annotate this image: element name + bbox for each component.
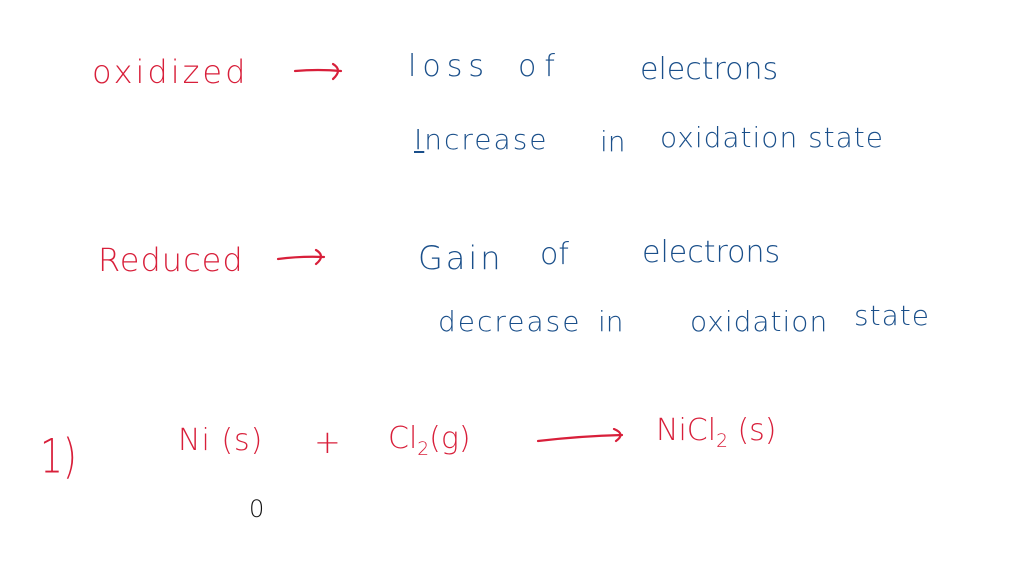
equation-reactant-2: Cl2(g) bbox=[388, 421, 471, 459]
reduced-def1-word-3: electrons bbox=[642, 235, 781, 270]
oxidized-def1-word-3: electrons bbox=[640, 52, 779, 87]
equation-number: 1) bbox=[40, 430, 77, 484]
reactant-2-symbol: Cl bbox=[388, 421, 418, 456]
product-subscript: 2 bbox=[716, 430, 728, 452]
product-state: (s) bbox=[737, 413, 777, 448]
reduced-def1-word-2: of bbox=[540, 237, 569, 272]
reduced-def2-word-3: oxidation bbox=[690, 305, 829, 338]
product-symbol: NiCl bbox=[656, 413, 717, 448]
right-arrow-icon bbox=[293, 62, 345, 82]
reduced-def1-word-1: Gain bbox=[418, 239, 504, 277]
reduced-def2-word-4: state bbox=[854, 299, 930, 332]
reduced-def2-word-1: decrease bbox=[438, 305, 582, 338]
right-arrow-icon bbox=[276, 248, 328, 268]
oxidized-def2-word-2: in bbox=[600, 125, 626, 158]
oxidized-term: oxidized bbox=[92, 53, 249, 91]
reactant-2-state: (g) bbox=[429, 421, 471, 456]
reaction-arrow-icon bbox=[536, 428, 628, 448]
equation-plus-sign: + bbox=[314, 423, 341, 461]
equation-reactant-1: Ni (s) bbox=[178, 423, 264, 458]
equation-product: NiCl2 (s) bbox=[656, 413, 777, 451]
oxidation-number-annotation: 0 bbox=[249, 495, 265, 523]
reduced-term: Reduced bbox=[98, 241, 244, 279]
oxidized-def2-word-3: oxidation state bbox=[660, 121, 885, 154]
reduced-def2-word-2: in bbox=[598, 305, 624, 338]
whiteboard-canvas: oxidized loss of electrons Increase in o… bbox=[0, 0, 1024, 576]
oxidized-def1-word-2: of bbox=[518, 49, 563, 84]
oxidized-def2-word-1: Increase bbox=[414, 123, 549, 156]
reactant-2-subscript: 2 bbox=[417, 438, 430, 460]
oxidized-def1-word-1: loss bbox=[408, 49, 490, 84]
